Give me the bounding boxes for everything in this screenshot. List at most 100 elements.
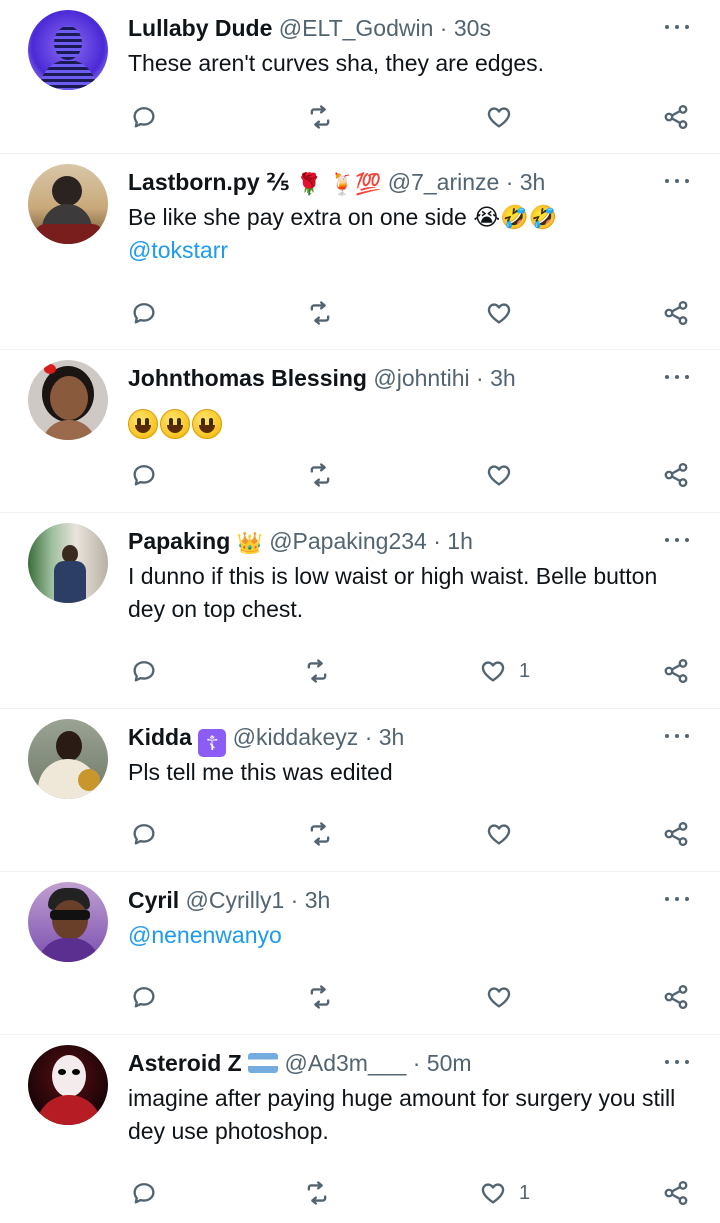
author-handle[interactable]: @johntihi: [373, 365, 469, 391]
like-button[interactable]: [485, 459, 513, 491]
author-name[interactable]: Papaking: [128, 528, 230, 554]
author-name[interactable]: Asteroid Z: [128, 1050, 242, 1076]
share-icon: [664, 300, 688, 326]
separator-dot: ·: [476, 365, 484, 391]
more-button[interactable]: [664, 892, 690, 906]
smiley-icon: [128, 408, 158, 439]
mention-link[interactable]: @tokstarr: [128, 237, 228, 263]
retweet-button[interactable]: [303, 1177, 331, 1209]
timestamp[interactable]: 3h: [490, 365, 516, 391]
like-count: 1: [519, 1181, 531, 1204]
reply-icon: [133, 107, 155, 128]
reply-item[interactable]: Papaking 👑 @Papaking234 · 1h I dunno if …: [0, 513, 720, 709]
author-name[interactable]: Johnthomas Blessing: [128, 365, 367, 391]
reply-button[interactable]: [130, 459, 158, 491]
timestamp[interactable]: 3h: [520, 169, 546, 195]
like-button[interactable]: [485, 101, 513, 133]
retweet-button[interactable]: [306, 459, 334, 491]
like-button[interactable]: [485, 981, 513, 1013]
retweet-icon: [310, 985, 330, 1009]
share-icon: [664, 984, 688, 1010]
author-handle[interactable]: @kiddakeyz: [233, 724, 359, 750]
more-button[interactable]: [664, 533, 690, 547]
retweet-icon: [310, 105, 330, 129]
reply-item[interactable]: Johnthomas Blessing @johntihi · 3h: [0, 350, 720, 513]
avatar[interactable]: [28, 882, 108, 962]
reply-text: These aren't curves sha, they are edges.: [128, 50, 545, 76]
avatar[interactable]: [28, 164, 108, 244]
heart-icon: [487, 987, 511, 1008]
more-icon: [665, 179, 669, 183]
retweet-icon: [310, 822, 330, 846]
retweet-button[interactable]: [306, 101, 334, 133]
share-button[interactable]: [662, 459, 690, 491]
reply-button[interactable]: [130, 101, 158, 133]
reply-item[interactable]: Asteroid Z 🇦🇷 @Ad3m___ · 50m imagine aft…: [0, 1035, 720, 1223]
more-button[interactable]: [664, 174, 690, 188]
avatar[interactable]: [28, 360, 108, 440]
timestamp[interactable]: 3h: [305, 887, 331, 913]
cross-badge: ☦: [198, 729, 227, 757]
flag-badge: 🇦🇷: [248, 1053, 279, 1073]
reply-header: Lastborn.py ⅖ 🌹 🍹💯 @7_arinze · 3h: [128, 166, 660, 198]
reply-button[interactable]: [130, 655, 158, 687]
author-handle[interactable]: @Ad3m___: [285, 1050, 407, 1076]
author-handle[interactable]: @ELT_Godwin: [279, 15, 434, 41]
more-button[interactable]: [664, 729, 690, 743]
author-name[interactable]: Lullaby Dude: [128, 15, 272, 41]
reply-text: Be like she pay extra on one side 😭🤣🤣 @t…: [128, 201, 690, 267]
retweet-button[interactable]: [306, 818, 334, 850]
author-name[interactable]: Cyril: [128, 887, 179, 913]
reply-item[interactable]: Kidda ☦ @kiddakeyz · 3h Pls tell me this…: [0, 709, 720, 872]
timestamp[interactable]: 3h: [379, 724, 405, 750]
reply-item[interactable]: Cyril @Cyrilly1 · 3h @nenenwanyo: [0, 872, 720, 1035]
like-button[interactable]: 1: [479, 1177, 530, 1209]
more-button[interactable]: [664, 1055, 690, 1069]
share-button[interactable]: [662, 655, 690, 687]
like-button[interactable]: [485, 297, 513, 329]
share-button[interactable]: [662, 1177, 690, 1209]
more-button[interactable]: [664, 20, 690, 34]
separator-dot: ·: [505, 169, 514, 195]
reply-button[interactable]: [130, 297, 158, 329]
heart-icon: [487, 107, 511, 128]
share-button[interactable]: [662, 818, 690, 850]
reply-icon: [133, 1183, 155, 1204]
reply-item[interactable]: Lullaby Dude @ELT_Godwin · 30s These are…: [0, 0, 720, 154]
share-icon: [664, 104, 688, 130]
more-icon: [665, 25, 669, 29]
author-name[interactable]: Lastborn.py ⅖: [128, 169, 290, 195]
reply-text-body: Be like she pay extra on one side 😭🤣🤣: [128, 204, 558, 230]
timestamp[interactable]: 30s: [454, 15, 491, 41]
retweet-button[interactable]: [306, 981, 334, 1013]
more-button[interactable]: [664, 370, 690, 384]
reply-button[interactable]: [130, 1177, 158, 1209]
author-handle[interactable]: @Cyrilly1: [186, 887, 285, 913]
heart-icon: [487, 465, 511, 486]
more-icon: [665, 538, 669, 542]
retweet-icon: [307, 1181, 327, 1205]
mention-link[interactable]: @nenenwanyo: [128, 922, 282, 948]
reply-button[interactable]: [130, 818, 158, 850]
timestamp[interactable]: 1h: [447, 528, 473, 554]
share-button[interactable]: [662, 297, 690, 329]
reply-item[interactable]: Lastborn.py ⅖ 🌹 🍹💯 @7_arinze · 3h Be lik…: [0, 154, 720, 350]
timestamp[interactable]: 50m: [427, 1050, 472, 1076]
avatar[interactable]: [28, 1045, 108, 1125]
like-button[interactable]: [485, 818, 513, 850]
author-handle[interactable]: @Papaking234: [269, 528, 427, 554]
share-button[interactable]: [662, 101, 690, 133]
author-name[interactable]: Kidda: [128, 724, 192, 750]
retweet-button[interactable]: [303, 655, 331, 687]
like-button[interactable]: 1: [479, 655, 530, 687]
avatar[interactable]: [28, 10, 108, 90]
author-handle[interactable]: @7_arinze: [388, 169, 500, 195]
more-icon: [665, 375, 669, 379]
retweet-icon: [310, 301, 330, 325]
retweet-button[interactable]: [306, 297, 334, 329]
share-button[interactable]: [662, 981, 690, 1013]
avatar[interactable]: [28, 523, 108, 603]
action-bar: [128, 101, 696, 133]
reply-button[interactable]: [130, 981, 158, 1013]
avatar[interactable]: [28, 719, 108, 799]
